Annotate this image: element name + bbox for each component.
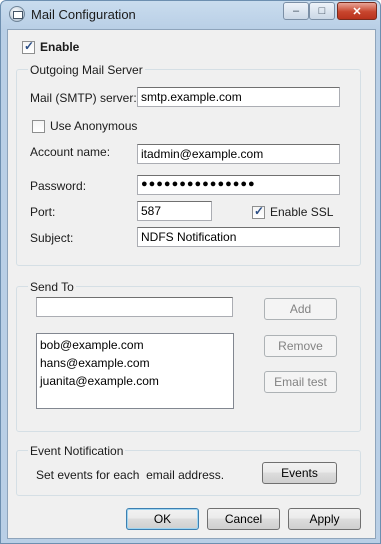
mail-config-icon: [9, 6, 25, 22]
password-input[interactable]: ●●●●●●●●●●●●●●●: [137, 175, 340, 195]
new-address-input[interactable]: [36, 297, 233, 317]
cancel-button[interactable]: Cancel: [207, 508, 280, 530]
account-name-input[interactable]: itadmin@example.com: [137, 144, 340, 164]
minimize-icon: –: [292, 5, 300, 17]
mail-configuration-window: Mail Configuration – □ ✕ ✓ Enable Outgoi…: [0, 0, 381, 544]
enable-checkbox[interactable]: ✓: [22, 39, 35, 54]
close-button[interactable]: ✕: [337, 2, 377, 20]
event-notification-group-title: Event Notification: [28, 444, 126, 458]
check-icon: ✓: [254, 204, 265, 218]
check-icon: ✓: [24, 39, 35, 53]
email-test-button[interactable]: Email test: [264, 371, 337, 393]
enable-ssl-label: Enable SSL: [270, 205, 334, 219]
enable-ssl-checkbox[interactable]: ✓: [252, 204, 265, 219]
account-name-label: Account name:: [30, 145, 111, 159]
use-anonymous-label: Use Anonymous: [50, 119, 138, 133]
list-item[interactable]: juanita@example.com: [40, 374, 159, 388]
title-bar[interactable]: Mail Configuration – □ ✕: [1, 1, 380, 27]
window-title: Mail Configuration: [31, 7, 136, 22]
ok-button[interactable]: OK: [126, 508, 199, 530]
recipient-list[interactable]: bob@example.com hans@example.com juanita…: [36, 333, 234, 409]
minimize-button[interactable]: –: [283, 2, 309, 20]
smtp-server-label: Mail (SMTP) server:: [30, 91, 137, 105]
smtp-server-input[interactable]: smtp.example.com: [137, 87, 340, 107]
password-label: Password:: [30, 179, 87, 193]
subject-input[interactable]: NDFS Notification: [137, 227, 340, 247]
apply-button[interactable]: Apply: [288, 508, 361, 530]
enable-label: Enable: [40, 40, 80, 54]
port-input[interactable]: 587: [137, 201, 212, 221]
close-icon: ✕: [352, 5, 362, 18]
events-button[interactable]: Events: [262, 462, 337, 484]
port-label: Port:: [30, 205, 56, 219]
send-to-group-title: Send To: [28, 280, 76, 294]
use-anonymous-checkbox[interactable]: [32, 120, 45, 133]
list-item[interactable]: hans@example.com: [40, 356, 150, 370]
outgoing-group-title: Outgoing Mail Server: [28, 63, 145, 77]
maximize-button[interactable]: □: [309, 2, 335, 20]
remove-button[interactable]: Remove: [264, 335, 337, 357]
list-item[interactable]: bob@example.com: [40, 338, 144, 352]
maximize-icon: □: [318, 5, 326, 17]
add-button[interactable]: Add: [264, 298, 337, 320]
dialog-body: ✓ Enable Outgoing Mail Server Mail (SMTP…: [7, 29, 376, 539]
subject-label: Subject:: [30, 231, 74, 245]
event-notification-description: Set events for each email address.: [36, 468, 225, 482]
